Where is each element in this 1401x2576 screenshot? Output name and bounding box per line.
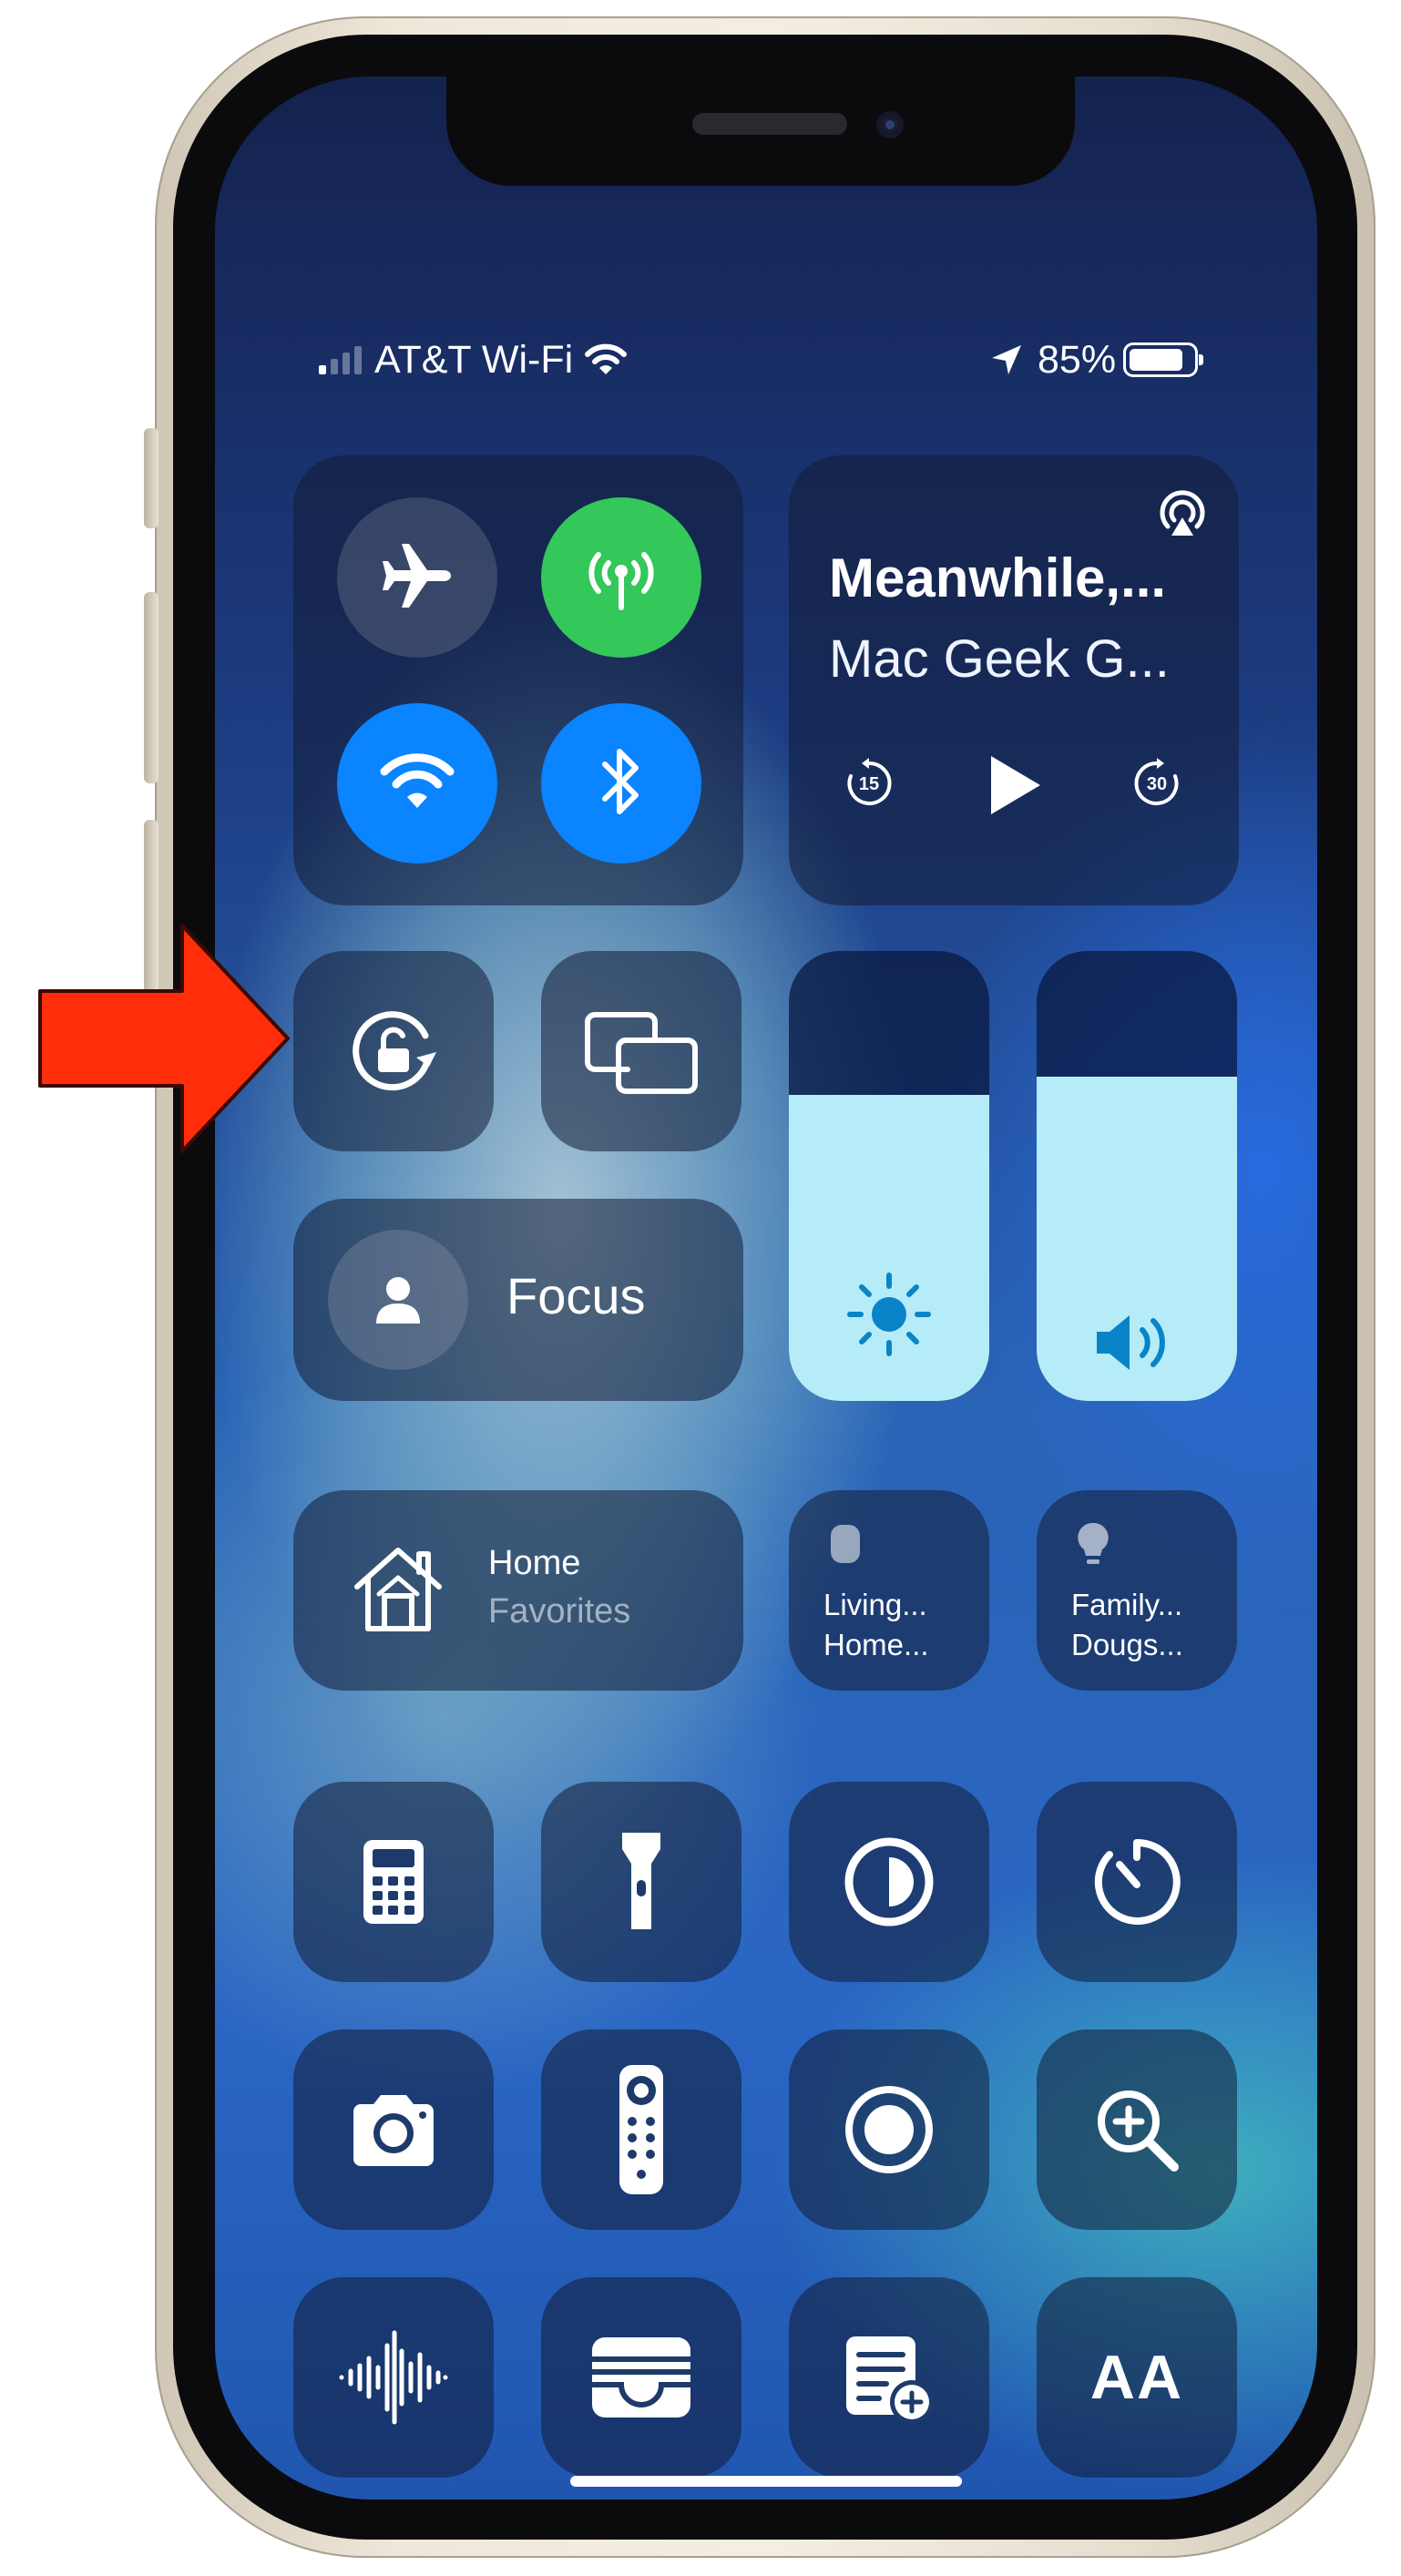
location-arrow-icon [988, 342, 1025, 378]
quick-note-icon [846, 2336, 934, 2424]
screen-record-icon [845, 2086, 933, 2173]
cellular-antenna-icon [580, 535, 662, 621]
now-playing-title: Meanwhile,... [829, 547, 1167, 608]
skip-forward-seconds: 30 [1146, 774, 1168, 794]
bluetooth-button[interactable] [541, 703, 701, 864]
screen-mirroring-button[interactable] [541, 951, 741, 1151]
wallet-icon [592, 2337, 690, 2418]
home-icon [354, 1548, 442, 1631]
battery-percentage: 85% [1038, 337, 1117, 382]
battery-icon [1123, 342, 1204, 377]
brightness-slider[interactable] [789, 951, 989, 1401]
airplay-audio-icon[interactable] [1155, 486, 1210, 541]
home-indicator[interactable] [570, 2476, 962, 2487]
speaker-volume-icon [1097, 1315, 1165, 1370]
text-size-button[interactable]: AA [1037, 2277, 1237, 2478]
orientation-lock-button[interactable] [293, 951, 494, 1151]
camera-button[interactable] [293, 2029, 494, 2230]
wifi-button[interactable] [337, 703, 497, 864]
person-icon [376, 1277, 420, 1324]
wifi-status-icon [584, 342, 628, 378]
battery-level-fill [1130, 349, 1182, 371]
camera-icon [353, 2095, 434, 2166]
apple-tv-remote-button[interactable] [541, 2029, 741, 2230]
earpiece-speaker [692, 113, 847, 135]
text-size-icon: AA [1089, 2343, 1184, 2412]
magnifier-icon [1098, 2090, 1179, 2172]
skip-back-seconds: 15 [858, 774, 880, 794]
wifi-icon [379, 750, 455, 818]
magnifier-button[interactable] [1037, 2029, 1237, 2230]
carrier-label: AT&T Wi-Fi [374, 337, 574, 382]
screen-recording-button[interactable] [789, 2029, 989, 2230]
play-button[interactable] [977, 749, 1049, 822]
calculator-icon [363, 1840, 424, 1924]
status-bar-left: AT&T Wi-Fi [319, 337, 628, 383]
airplane-mode-button[interactable] [337, 497, 497, 658]
cellular-data-button[interactable] [541, 497, 701, 658]
bluetooth-icon [594, 741, 649, 827]
focus-label: Focus [506, 1267, 646, 1324]
orientation-lock-icon [353, 1011, 436, 1091]
now-playing-subtitle: Mac Geek G... [829, 629, 1170, 689]
timer-button[interactable] [1037, 1782, 1237, 1982]
volume-slider[interactable] [1037, 951, 1237, 1401]
flashlight-icon [622, 1833, 660, 1929]
home-subtitle: Favorites [488, 1592, 631, 1630]
status-bar-right: 85% [988, 337, 1204, 383]
hearing-button[interactable] [293, 2277, 494, 2478]
skip-back-button[interactable]: 15 [842, 756, 896, 811]
homepod-icon [831, 1525, 860, 1563]
cellular-signal-icon [319, 345, 362, 374]
flashlight-button[interactable] [541, 1782, 741, 1982]
tv-remote-icon [619, 2065, 663, 2194]
focus-icon-circle [328, 1230, 468, 1370]
skip-forward-button[interactable]: 30 [1130, 756, 1184, 811]
quick-note-button[interactable] [789, 2277, 989, 2478]
annotation-arrow-icon [38, 924, 290, 1153]
wallet-button[interactable] [541, 2277, 741, 2478]
accessory-family-line2: Dougs... [1071, 1628, 1183, 1661]
dark-mode-icon [844, 1837, 934, 1927]
home-title: Home [488, 1544, 581, 1582]
lightbulb-icon [1078, 1522, 1109, 1564]
volume-up-button [144, 592, 159, 783]
airplane-icon [378, 537, 456, 619]
silent-switch [144, 428, 159, 528]
front-camera [876, 111, 904, 138]
brightness-icon [847, 1273, 931, 1356]
timer-icon [1094, 1838, 1181, 1925]
hearing-waveform-icon [339, 2330, 448, 2425]
accessory-living-line2: Home... [823, 1628, 929, 1661]
calculator-button[interactable] [293, 1782, 494, 1982]
accessory-family-line1: Family... [1071, 1588, 1183, 1621]
dark-mode-button[interactable] [789, 1782, 989, 1982]
accessory-living-line1: Living... [823, 1588, 927, 1621]
screen-mirroring-icon [585, 1012, 698, 1094]
play-icon [991, 756, 1040, 814]
